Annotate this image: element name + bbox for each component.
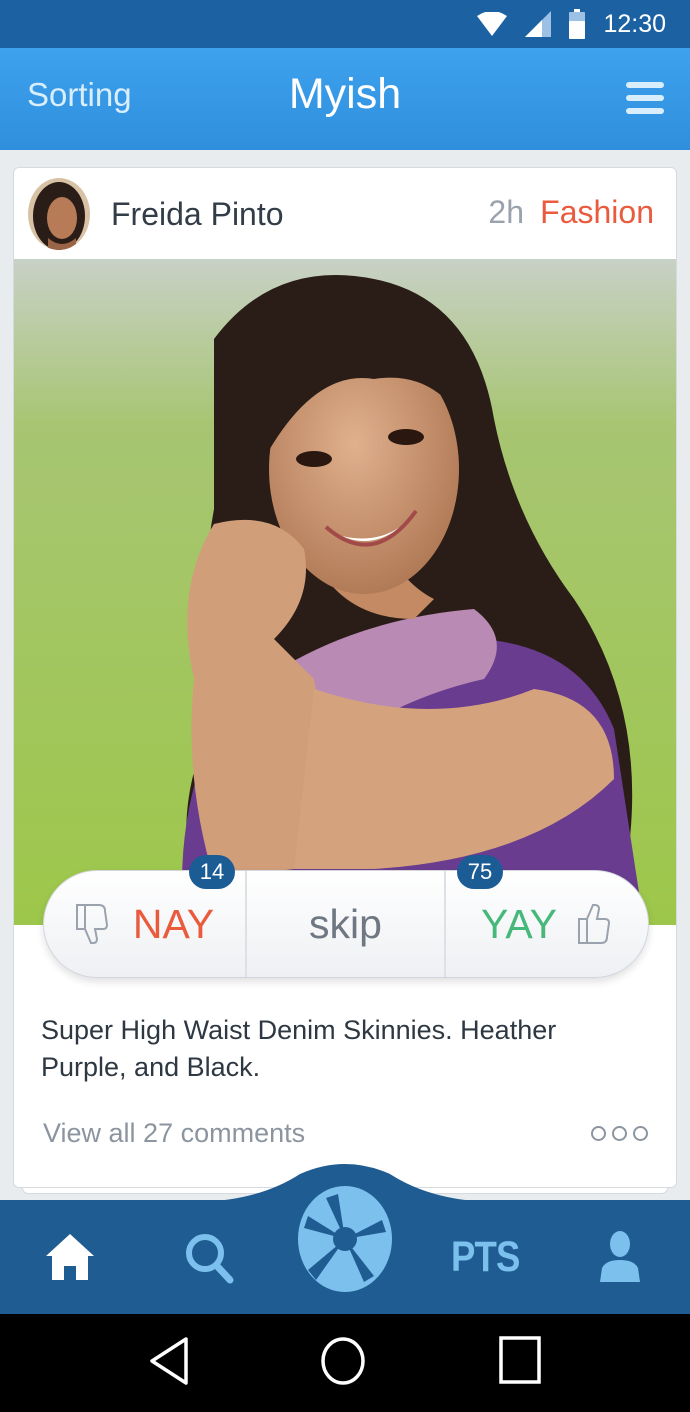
app-bar: Sorting Myish <box>0 48 690 150</box>
home-circle-icon[interactable] <box>320 1336 366 1386</box>
profile-icon[interactable] <box>598 1230 642 1282</box>
hamburger-menu-icon[interactable] <box>626 82 664 116</box>
author-name[interactable]: Freida Pinto <box>111 196 284 233</box>
nay-count-badge: 14 <box>189 855 235 889</box>
signal-icon <box>525 11 552 37</box>
camera-shutter-icon[interactable] <box>296 1184 394 1294</box>
avatar[interactable] <box>28 178 90 250</box>
post-time: 2h <box>488 194 524 230</box>
category-tag[interactable]: Fashion <box>540 194 654 231</box>
system-nav-bar <box>0 1314 690 1412</box>
view-comments-link[interactable]: View all 27 comments <box>43 1118 305 1149</box>
yay-count-badge: 75 <box>457 855 503 889</box>
post-photo[interactable] <box>14 259 676 925</box>
nay-label: NAY <box>132 900 215 947</box>
thumbs-up-icon <box>577 904 610 944</box>
vote-bar: NAY skip YAY 14 75 <box>43 855 649 978</box>
battery-icon <box>569 9 586 39</box>
more-options-icon[interactable] <box>591 1126 648 1141</box>
status-bar: 12:30 <box>0 0 690 48</box>
recents-icon[interactable] <box>499 1336 541 1384</box>
post-description: Super High Waist Denim Skinnies. Heather… <box>41 1015 557 1082</box>
status-icons: 12:30 <box>477 0 666 48</box>
thumbs-down-icon <box>75 904 108 944</box>
search-icon[interactable] <box>184 1232 234 1284</box>
skip-label: skip <box>309 900 382 947</box>
status-time: 12:30 <box>603 9 666 38</box>
yay-label: YAY <box>481 900 557 947</box>
skip-button[interactable]: skip <box>245 871 446 977</box>
back-icon[interactable] <box>148 1336 190 1386</box>
points-button[interactable]: PTS <box>451 1233 520 1282</box>
app-title: Myish <box>288 70 402 118</box>
wifi-icon <box>477 12 508 36</box>
post-card: Freida Pinto 2h Fashion Super High Waist… <box>13 167 677 1188</box>
home-icon[interactable] <box>44 1232 96 1282</box>
